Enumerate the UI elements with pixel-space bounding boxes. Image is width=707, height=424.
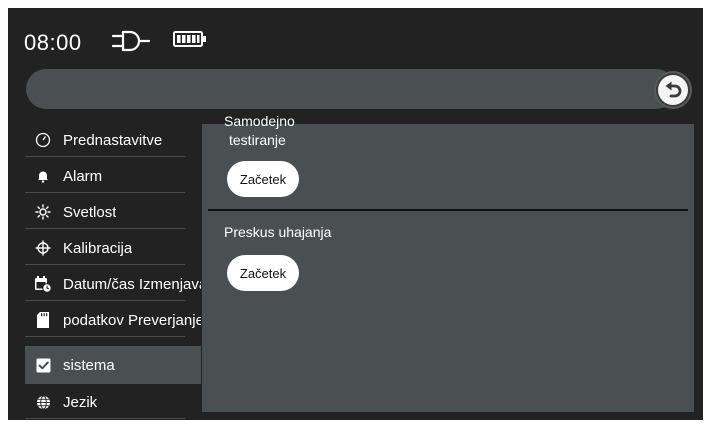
back-button-face bbox=[658, 75, 688, 105]
back-button[interactable] bbox=[654, 71, 692, 109]
battery-icon bbox=[173, 31, 206, 47]
plug-icon bbox=[111, 30, 151, 52]
sidebar-item-prednastavitve[interactable]: Prednastavitve bbox=[25, 123, 201, 157]
bell-icon bbox=[33, 167, 53, 185]
sidebar-item-jezik[interactable]: Jezik bbox=[25, 385, 201, 419]
sidebar-item-alarm[interactable]: Alarm bbox=[25, 159, 201, 193]
sidebar-item-label: Prednastavitve bbox=[63, 131, 163, 149]
globe-icon bbox=[33, 393, 53, 411]
sd-card-icon bbox=[33, 311, 53, 329]
sidebar-item-sistema[interactable]: sistema bbox=[25, 346, 201, 384]
sidebar-item-kalibracija[interactable]: Kalibracija bbox=[25, 231, 201, 265]
calendar-clock-icon bbox=[33, 275, 53, 293]
sidebar-item-label: Alarm bbox=[63, 167, 103, 185]
sidebar-item-label: podatkov Preverjanje bbox=[63, 311, 201, 329]
sidebar-item-label: sistema bbox=[63, 356, 115, 374]
top-title-bar bbox=[26, 69, 676, 109]
leak-test-start-button[interactable]: Začetek bbox=[227, 255, 299, 291]
system-test-panel: Samodejno testiranje Začetek Preskus uha… bbox=[202, 113, 694, 412]
settings-sidebar: Prednastavitve Alarm Svetlost Kalibracij… bbox=[25, 123, 201, 419]
crosshair-icon bbox=[33, 239, 53, 257]
self-test-title-line1: Samodejno bbox=[224, 113, 295, 129]
sidebar-item-label: Jezik bbox=[63, 393, 98, 411]
device-screen: 08:00 Prednastavitve Alarm Svetlost Kali… bbox=[8, 8, 703, 420]
sidebar-item-svetlost[interactable]: Svetlost bbox=[25, 195, 201, 229]
self-test-start-button[interactable]: Začetek bbox=[227, 161, 299, 197]
clock-time: 08:00 bbox=[24, 30, 82, 55]
sidebar-item-label: Svetlost bbox=[63, 203, 117, 221]
section-divider bbox=[208, 209, 688, 211]
back-arrow-icon bbox=[665, 81, 682, 98]
gauge-icon bbox=[33, 131, 53, 149]
self-test-title-line2: testiranje bbox=[229, 132, 286, 148]
sidebar-item-datum-cas[interactable]: Datum/čas Izmenjava bbox=[25, 267, 201, 301]
sidebar-item-label: Datum/čas Izmenjava bbox=[63, 275, 201, 293]
leak-test-title: Preskus uhajanja bbox=[224, 224, 332, 240]
sidebar-item-podatkov[interactable]: podatkov Preverjanje bbox=[25, 303, 201, 337]
sun-icon bbox=[33, 203, 53, 221]
checkbox-icon bbox=[33, 356, 53, 374]
sidebar-item-label: Kalibracija bbox=[63, 239, 133, 257]
